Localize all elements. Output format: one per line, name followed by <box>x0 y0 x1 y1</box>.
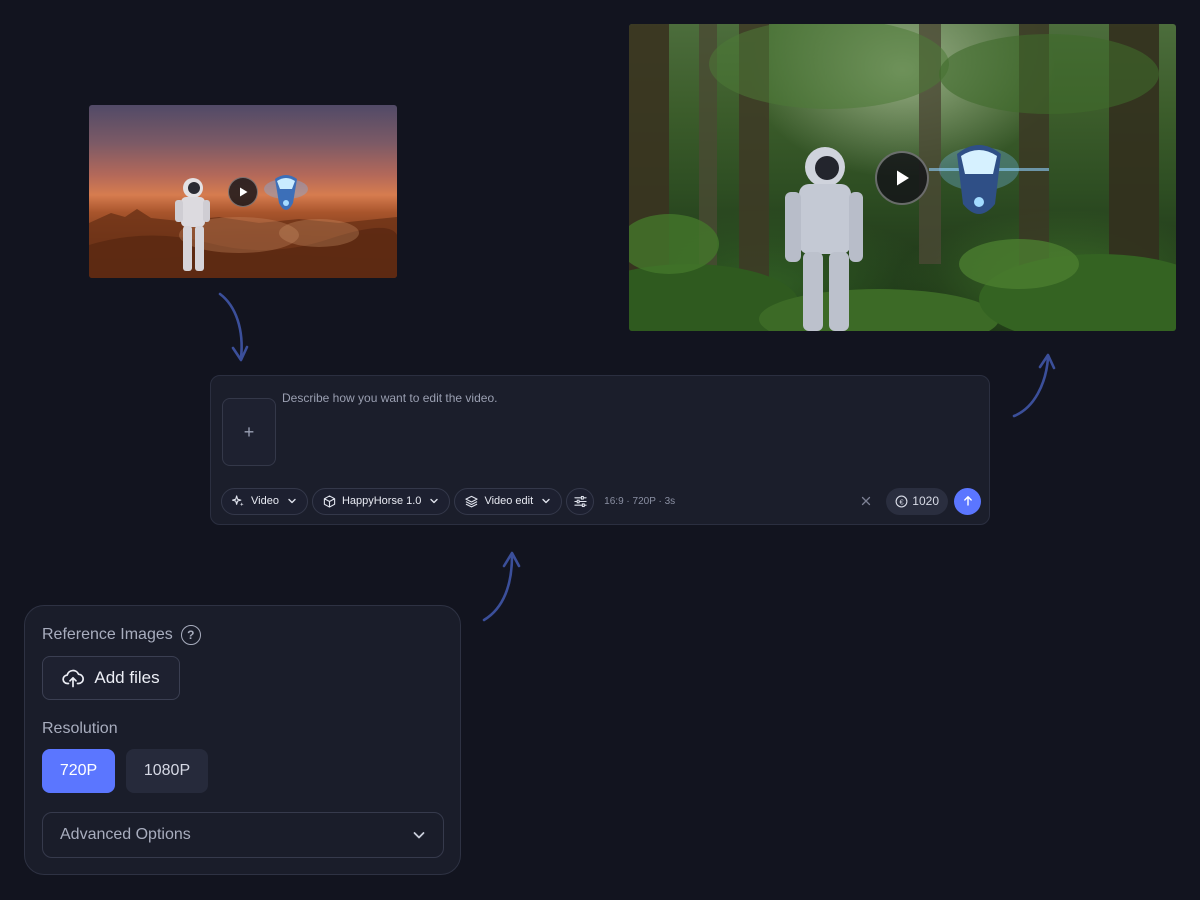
arrow-up-icon <box>1012 353 1056 418</box>
settings-button[interactable] <box>566 487 595 515</box>
task-label: Video edit <box>484 495 534 507</box>
advanced-options-toggle[interactable]: Advanced Options <box>42 812 444 858</box>
play-icon <box>897 170 909 186</box>
chevron-down-icon <box>413 832 425 839</box>
composer-toolbar: Video HappyHorse 1.0 Video edit 16:9 · 7… <box>221 487 981 515</box>
arrow-up-icon <box>963 496 972 506</box>
arrow-up-icon <box>482 551 521 622</box>
help-icon[interactable]: ? <box>180 625 201 645</box>
add-files-button[interactable]: Add files <box>42 656 180 700</box>
settings-summary: 16:9 · 720P · 3s <box>604 495 676 507</box>
advanced-options-label: Advanced Options <box>60 826 191 843</box>
arrow-down-icon <box>218 292 249 362</box>
close-icon <box>862 496 871 506</box>
model-dropdown[interactable]: HappyHorse 1.0 <box>311 487 451 515</box>
chevron-down-icon <box>541 496 551 506</box>
coin-icon: € <box>895 495 908 507</box>
clear-button[interactable] <box>856 491 876 511</box>
chevron-down-icon <box>429 496 439 506</box>
prompt-composer: + Video HappyHorse 1.0 Video edi <box>210 375 990 525</box>
reference-images-header: Reference Images ? <box>42 625 201 645</box>
reference-images-title: Reference Images <box>42 626 173 643</box>
add-media-button[interactable]: + <box>222 398 276 466</box>
hover-drone <box>264 175 308 210</box>
send-button[interactable] <box>954 487 981 515</box>
cloud-upload-icon <box>62 669 85 688</box>
resolution-1080p-button[interactable]: 1080P <box>126 749 208 793</box>
generation-settings-panel: Reference Images ? Add files Resolution … <box>24 605 461 875</box>
sparkles-icon <box>232 494 245 508</box>
result-video-thumbnail[interactable] <box>629 24 1176 331</box>
result-play-button[interactable] <box>875 151 929 205</box>
resolution-label: Resolution <box>42 720 118 737</box>
resolution-720p-button[interactable]: 720P <box>42 749 115 793</box>
task-dropdown[interactable]: Video edit <box>454 487 563 515</box>
resolution-options: 720P 1080P <box>42 749 208 793</box>
prompt-input[interactable] <box>282 391 972 461</box>
cube-icon <box>323 494 336 508</box>
mode-dropdown[interactable]: Video <box>221 487 308 515</box>
mode-label: Video <box>251 495 279 507</box>
play-icon <box>240 187 248 197</box>
layers-icon <box>465 495 479 508</box>
credits-value: 1020 <box>912 494 939 508</box>
model-label: HappyHorse 1.0 <box>341 495 422 507</box>
source-video-thumbnail[interactable] <box>89 105 397 278</box>
credits-badge: € 1020 <box>886 487 948 515</box>
add-files-label: Add files <box>94 668 160 687</box>
plus-icon: + <box>243 421 255 442</box>
source-play-button[interactable] <box>228 177 258 207</box>
svg-text:€: € <box>900 497 905 506</box>
chevron-down-icon <box>287 496 297 506</box>
sliders-icon <box>574 495 587 508</box>
